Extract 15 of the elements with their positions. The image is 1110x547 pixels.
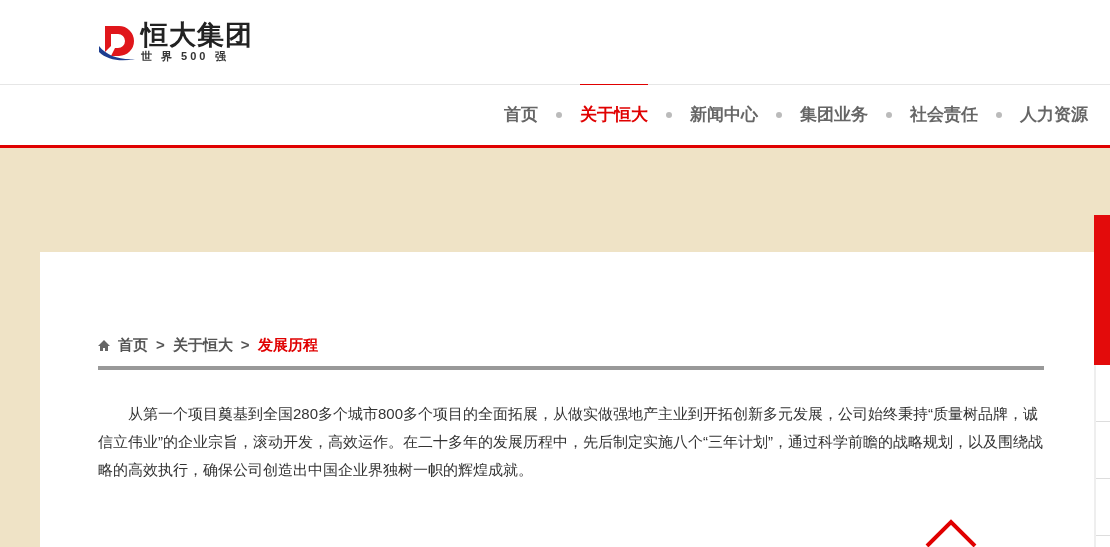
logo-name: 恒大集团 bbox=[141, 22, 253, 49]
breadcrumb-separator: > bbox=[240, 335, 250, 355]
breadcrumb-link[interactable]: 首页 bbox=[118, 334, 148, 357]
breadcrumb-link[interactable]: 关于恒大 bbox=[172, 334, 233, 357]
nav-tab[interactable]: 社会责任 bbox=[910, 84, 978, 145]
nav-tab[interactable]: 新闻中心 bbox=[690, 84, 758, 145]
nav-tab[interactable]: 首页 bbox=[504, 84, 538, 145]
nav-tab[interactable]: 集团业务 bbox=[800, 84, 868, 145]
timeline-marker-icon bbox=[924, 518, 978, 547]
intro-paragraph: 从第一个项目奠基到全国280多个城市800多个项目的全面拓展，从做实做强地产主业到开拓创新多元发展，公司始终秉持“质量树品牌，诚信立伟业”的企业宗旨，滚动开发，高效运作。在二十多年的发展历程中，先后制定实施八个“三年计划”，通过科学前瞻的战略规划，以及围绕战略的高效执行，确保公司创造出中国企业界独树一帜的辉煌成就。 bbox=[98, 403, 1044, 480]
nav-tab[interactable]: 人力资源 bbox=[1020, 84, 1088, 145]
logo-tagline: 世 界 500 强 bbox=[141, 51, 230, 62]
breadcrumb-link[interactable]: 发展历程 bbox=[257, 334, 318, 357]
home-icon[interactable] bbox=[98, 339, 110, 351]
breadcrumb-separator: > bbox=[156, 335, 165, 355]
